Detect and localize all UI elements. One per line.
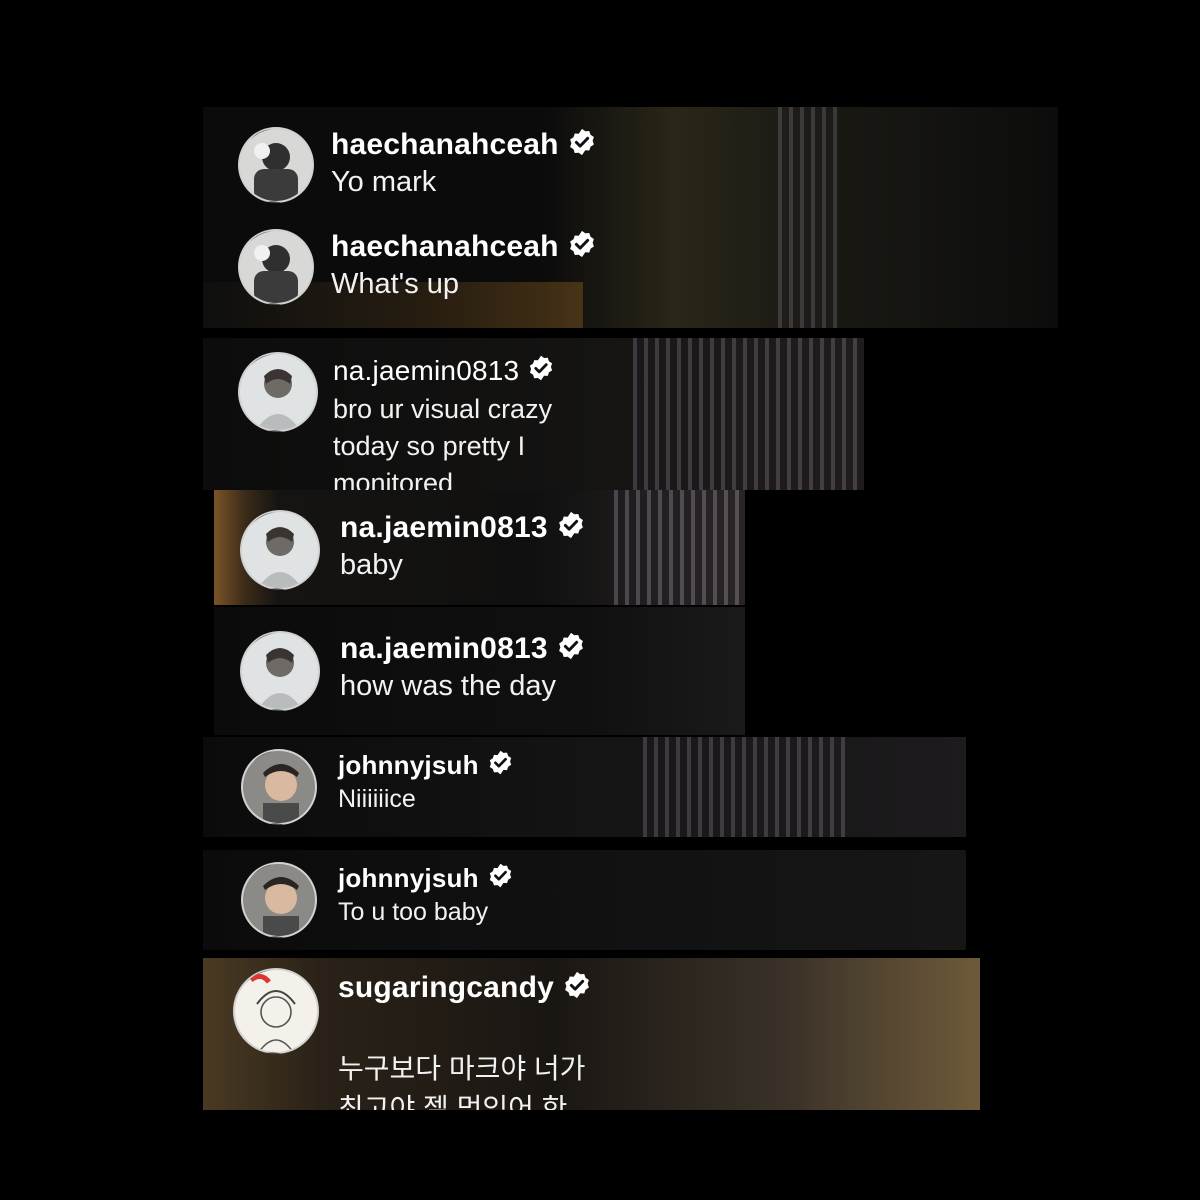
username[interactable]: johnnyjsuh (338, 750, 479, 781)
verified-badge-icon (562, 970, 592, 1005)
live-comment-panel-3: na.jaemin0813 baby (214, 490, 745, 605)
live-comment-panel-1: haechanahceah Yo mark haechanahceah What… (203, 107, 1058, 328)
username[interactable]: na.jaemin0813 (340, 511, 548, 545)
verified-badge-icon (556, 631, 586, 666)
comment-text: To u too baby (338, 898, 489, 926)
profile-photo-icon[interactable] (240, 631, 320, 711)
username[interactable]: johnnyjsuh (338, 863, 479, 894)
username[interactable]: na.jaemin0813 (333, 355, 519, 387)
comment-text: baby (340, 549, 403, 581)
profile-photo-icon[interactable] (240, 510, 320, 590)
username[interactable]: haechanahceah (331, 128, 559, 162)
profile-photo-icon[interactable] (241, 749, 317, 825)
verified-badge-icon (556, 510, 586, 545)
comment-text: Niiiiiice (338, 785, 416, 813)
verified-badge-icon (527, 354, 555, 387)
live-comment-panel-6: johnnyjsuh To u too baby (203, 850, 966, 950)
comment-text: Yo mark (331, 166, 437, 198)
verified-badge-icon (567, 127, 597, 162)
verified-badge-icon (487, 862, 514, 894)
username[interactable]: sugaringcandy (338, 971, 554, 1005)
comment-text-content: 누구보다 마크야 너가 최고야 젤 멋있어 한국 돌아와서 보자 (338, 1053, 586, 1110)
profile-photo-icon[interactable] (238, 352, 318, 432)
username[interactable]: haechanahceah (331, 230, 559, 264)
verified-badge-icon (487, 749, 514, 781)
comment-text: What's up (331, 268, 460, 300)
drawn-portrait-icon[interactable] (233, 968, 319, 1054)
live-comment-panel-2: na.jaemin0813 bro ur visual crazy today … (203, 338, 864, 490)
comment-text: bro ur visual crazy today so pretty I mo… (333, 394, 553, 490)
live-comment-panel-7: sugaringcandy 누구보다 마크야 너가 최고야 젤 멋있어 한국 돌… (203, 958, 980, 1110)
comment-text: how was the day (340, 670, 557, 702)
live-comment-panel-5: johnnyjsuh Niiiiiice (203, 737, 966, 837)
comment-text: 누구보다 마크야 너가 최고야 젤 멋있어 한국 돌아와서 보자 (338, 1009, 592, 1110)
profile-photo-icon[interactable] (241, 862, 317, 938)
profile-photo-icon[interactable] (238, 127, 314, 203)
username[interactable]: na.jaemin0813 (340, 632, 548, 666)
live-comment-panel-4: na.jaemin0813 how was the day (214, 607, 745, 735)
verified-badge-icon (567, 229, 597, 264)
profile-photo-icon[interactable] (238, 229, 314, 305)
